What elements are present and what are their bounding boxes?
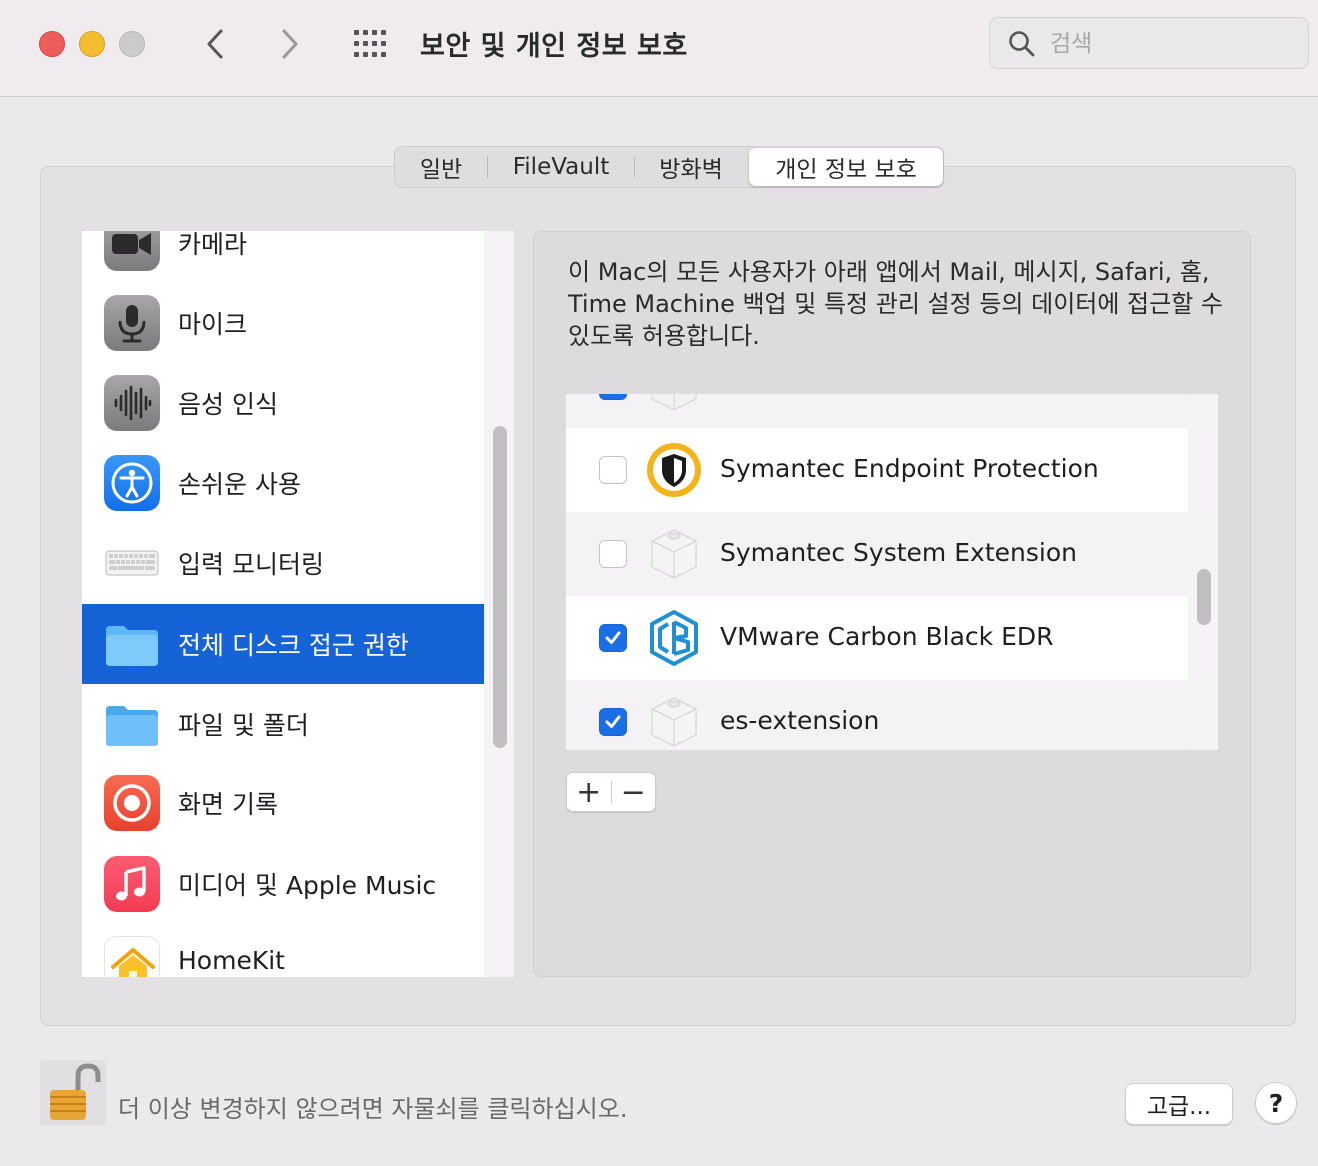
grid-icon (354, 30, 386, 57)
sidebar-item-input-monitoring[interactable]: 입력 모니터링 (82, 523, 484, 603)
privacy-category-list[interactable]: 카메라 마이크 음성 인식 손쉬운 사용 입력 모니터링 전체 디스크 접근 권… (82, 231, 484, 977)
chevron-right-icon (282, 29, 298, 59)
speech-waveform-icon (104, 375, 160, 431)
folder-icon (104, 696, 160, 752)
carbon-black-icon (650, 610, 698, 666)
sidebar-item-label: 전체 디스크 접근 권한 (178, 631, 409, 660)
close-window-button[interactable] (39, 31, 65, 57)
microphone-icon (104, 295, 160, 351)
app-checkbox[interactable] (599, 456, 627, 484)
sidebar-item-camera[interactable]: 카메라 (82, 231, 484, 283)
home-icon (104, 936, 160, 977)
tab-firewall[interactable]: 방화벽 (635, 148, 747, 186)
system-extension-icon (651, 394, 697, 411)
sidebar-item-label: 음성 인식 (178, 390, 278, 419)
accessibility-icon (104, 455, 160, 511)
app-checkbox[interactable] (599, 708, 627, 736)
app-checkbox[interactable] (599, 624, 627, 652)
add-app-button[interactable]: + (567, 773, 611, 811)
list-item[interactable]: Symantec System Extension (566, 512, 1188, 596)
sidebar-item-media-apple-music[interactable]: 미디어 및 Apple Music (82, 844, 484, 924)
search-icon (1009, 31, 1035, 57)
back-button[interactable] (198, 26, 232, 62)
advanced-button[interactable]: 고급... (1125, 1083, 1233, 1125)
checkmark-icon (605, 631, 621, 644)
folder-icon (104, 616, 160, 672)
screen-record-icon (104, 775, 160, 831)
lock-hint-text: 더 이상 변경하지 않으려면 자물쇠를 클릭하십시오. (118, 1095, 628, 1123)
title-bar: 보안 및 개인 정보 보호 (0, 0, 1318, 97)
search-field[interactable] (989, 17, 1309, 69)
zoom-window-button[interactable] (119, 31, 145, 57)
window-title: 보안 및 개인 정보 보호 (420, 31, 688, 62)
system-extension-icon (651, 529, 697, 579)
sidebar-item-label: 파일 및 폴더 (178, 711, 309, 740)
list-item[interactable]: VMware Carbon Black EDR (566, 596, 1188, 680)
symantec-shield-icon (647, 443, 701, 497)
app-name: Symantec Endpoint Protection (720, 454, 1099, 483)
app-list[interactable]: Symantec Endpoint Protection Symantec Sy… (566, 394, 1188, 750)
sidebar-item-microphone[interactable]: 마이크 (82, 283, 484, 363)
app-checkbox[interactable] (599, 540, 627, 568)
sidebar-item-accessibility[interactable]: 손쉬운 사용 (82, 443, 484, 523)
app-name: VMware Carbon Black EDR (720, 622, 1054, 651)
sidebar-scrollbar-thumb[interactable] (493, 426, 507, 748)
tab-privacy[interactable]: 개인 정보 보호 (749, 148, 943, 186)
lock-button[interactable] (40, 1060, 106, 1126)
tab-bar: 일반 FileVault 방화벽 개인 정보 보호 (394, 146, 944, 188)
show-all-button[interactable] (352, 28, 392, 60)
sidebar-item-label: 카메라 (178, 231, 248, 259)
unlocked-padlock-icon (40, 1060, 106, 1126)
sidebar-item-speech-recognition[interactable]: 음성 인식 (82, 363, 484, 443)
help-button[interactable]: ? (1255, 1082, 1297, 1124)
sidebar-item-label: 마이크 (178, 310, 248, 339)
app-name: Symantec System Extension (720, 538, 1077, 567)
forward-button[interactable] (273, 26, 307, 62)
minimize-window-button[interactable] (79, 31, 105, 57)
list-item[interactable]: Symantec Endpoint Protection (566, 428, 1188, 512)
app-name: es-extension (720, 706, 880, 735)
sidebar-item-label: 화면 기록 (178, 790, 278, 819)
remove-app-button[interactable]: − (611, 773, 655, 811)
camera-icon (104, 231, 160, 271)
search-input[interactable] (1048, 28, 1292, 60)
sidebar-item-full-disk-access[interactable]: 전체 디스크 접근 권한 (82, 604, 484, 684)
sidebar-item-screen-recording[interactable]: 화면 기록 (82, 763, 484, 843)
app-list-scrollbar-thumb[interactable] (1197, 569, 1211, 625)
list-item[interactable]: es-extension (566, 680, 1188, 750)
checkmark-icon (603, 394, 623, 396)
checkmark-icon (605, 715, 621, 728)
app-checkbox[interactable] (599, 394, 627, 400)
tab-general[interactable]: 일반 (395, 148, 487, 186)
full-disk-access-description: 이 Mac의 모든 사용자가 아래 앱에서 Mail, 메시지, Safari,… (568, 258, 1224, 350)
sidebar-item-label: 미디어 및 Apple Music (178, 871, 437, 900)
sidebar-item-label: 손쉬운 사용 (178, 470, 301, 499)
music-note-icon (104, 856, 160, 912)
system-extension-icon (651, 697, 697, 747)
chevron-left-icon (207, 29, 223, 59)
sidebar-item-files-and-folders[interactable]: 파일 및 폴더 (82, 684, 484, 764)
list-item[interactable] (566, 394, 1188, 428)
add-remove-control: + − (566, 772, 656, 812)
sidebar-item-homekit[interactable]: HomeKit (82, 924, 484, 977)
keyboard-icon (104, 535, 160, 591)
sidebar-item-label: HomeKit (178, 946, 285, 975)
sidebar-item-label: 입력 모니터링 (178, 550, 324, 579)
tab-filevault[interactable]: FileVault (488, 148, 634, 186)
